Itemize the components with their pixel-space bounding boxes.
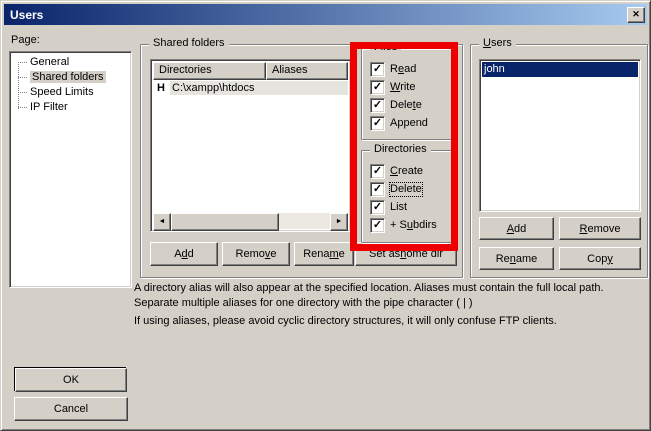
page-label: Page: [11,34,40,46]
checkbox-read[interactable]: ✓ Read [370,62,416,77]
directories-group-label: Directories [370,143,431,156]
column-header-aliases[interactable]: Aliases [266,62,348,80]
folder-rename-button[interactable]: Rename [294,242,354,266]
checkbox-checked-icon[interactable]: ✓ [370,62,385,77]
scroll-left-icon[interactable]: ◄ [153,213,171,231]
horizontal-scrollbar[interactable]: ◄ ► [153,213,348,229]
checkbox-checked-icon[interactable]: ✓ [370,98,385,113]
column-header-directories[interactable]: Directories [153,62,266,80]
list-item-user[interactable]: john [482,62,638,77]
scroll-right-icon[interactable]: ► [330,213,348,231]
cancel-button[interactable]: Cancel [14,397,128,421]
home-marker: H [153,82,170,94]
user-remove-button[interactable]: Remove [559,217,641,240]
scrollbar-thumb[interactable] [171,213,279,231]
checkbox-append[interactable]: ✓ Append [370,116,428,131]
sidebar-item-ip-filter[interactable]: IP Filter [13,100,128,115]
user-add-button[interactable]: Add [479,217,554,240]
window-title: Users [10,8,43,22]
cyclic-note-text: If using aliases, please avoid cyclic di… [134,314,639,329]
checkbox-checked-icon[interactable]: ✓ [370,182,385,197]
ok-button-default-ring: OK [14,367,126,391]
directories-group: Directories ✓ Create ✓ Delete ✓ List ✓ +… [361,150,453,243]
checkbox-write[interactable]: ✓ Write [370,80,415,95]
users-dialog: Users ✕ Page: General Shared folders Spe… [0,0,651,431]
checkbox-subdirs[interactable]: ✓ + Subdirs [370,218,437,233]
listview-header: Directories Aliases [153,62,348,80]
checkbox-checked-icon[interactable]: ✓ [370,80,385,95]
users-group: Users john Add Remove Rename Copy [470,44,648,278]
checkbox-checked-icon[interactable]: ✓ [370,164,385,179]
directories-listview[interactable]: Directories Aliases H C:\xampp\htdocs ◄ … [150,59,351,232]
files-group-label: Files [370,41,401,54]
folder-add-button[interactable]: Add [150,242,218,266]
directory-path: C:\xampp\htdocs [170,81,348,95]
ok-button[interactable]: OK [15,368,127,392]
page-tree: General Shared folders Speed Limits IP F… [13,55,128,115]
sidebar-item-speed-limits[interactable]: Speed Limits [13,85,128,100]
checkbox-checked-icon[interactable]: ✓ [370,200,385,215]
alias-note-text: A directory alias will also appear at th… [134,281,628,311]
sidebar-item-general[interactable]: General [13,55,128,70]
close-icon[interactable]: ✕ [627,7,645,23]
set-as-home-dir-button[interactable]: Set as home dir [355,242,457,266]
shared-folders-group-label: Shared folders [149,37,229,50]
users-group-label: Users [479,37,516,50]
table-row[interactable]: H C:\xampp\htdocs [153,80,348,96]
checkbox-file-delete[interactable]: ✓ Delete [370,98,422,113]
folder-remove-button[interactable]: Remove [222,242,290,266]
checkbox-create[interactable]: ✓ Create [370,164,423,179]
checkbox-list[interactable]: ✓ List [370,200,407,215]
user-copy-button[interactable]: Copy [559,247,641,270]
user-rename-button[interactable]: Rename [479,247,554,270]
checkbox-checked-icon[interactable]: ✓ [370,218,385,233]
checkbox-dir-delete[interactable]: ✓ Delete [370,182,422,197]
page-list: General Shared folders Speed Limits IP F… [9,51,132,288]
sidebar-item-shared-folders[interactable]: Shared folders [13,70,128,85]
title-bar[interactable]: Users [4,4,647,25]
files-group: Files ✓ Read ✓ Write ✓ Delete ✓ Append [361,48,453,140]
users-list[interactable]: john [479,59,641,212]
checkbox-checked-icon[interactable]: ✓ [370,116,385,131]
scrollbar-track[interactable] [279,213,330,229]
